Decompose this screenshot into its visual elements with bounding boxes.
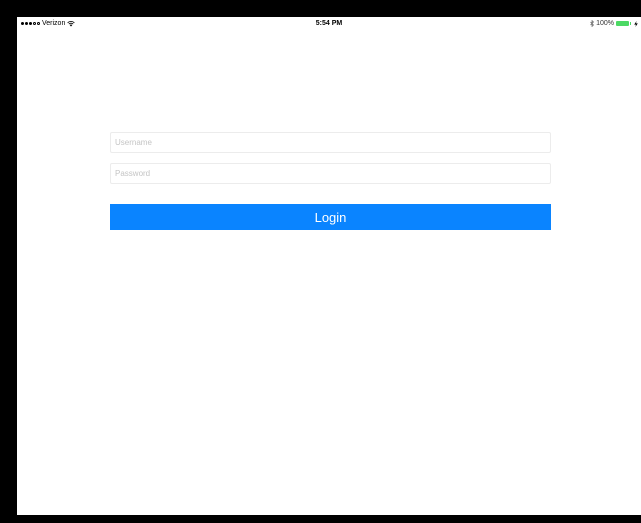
status-right: 100% — [590, 20, 638, 27]
status-bar: Verizon 5:54 PM 100% — [17, 17, 641, 31]
bluetooth-icon — [590, 20, 595, 27]
battery-icon — [616, 21, 631, 26]
status-time: 5:54 PM — [315, 20, 343, 27]
login-button[interactable]: Login — [110, 204, 551, 230]
device-frame: Verizon 5:54 PM 100% Username Login — [0, 0, 641, 523]
app-screen: Verizon 5:54 PM 100% Username Login — [17, 17, 641, 515]
login-form: Login — [110, 132, 551, 230]
charging-icon — [634, 20, 638, 27]
password-input[interactable] — [110, 163, 551, 184]
username-input[interactable] — [110, 132, 551, 153]
battery-percent: 100% — [596, 20, 614, 27]
